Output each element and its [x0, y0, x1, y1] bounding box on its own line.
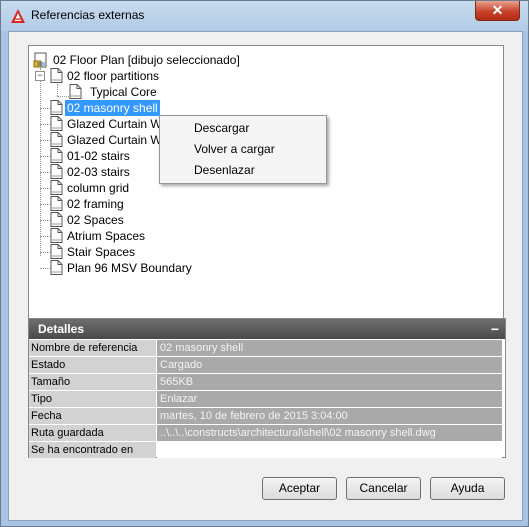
- dwg-file-icon: [50, 244, 63, 259]
- tree-connector: [40, 68, 41, 256]
- dwg-file-icon: [50, 196, 63, 211]
- detail-value: 565KB: [157, 374, 502, 390]
- detail-row: Ruta guardada ..\..\..\constructs\archit…: [29, 425, 505, 441]
- menu-item-detach[interactable]: Desenlazar: [194, 163, 255, 177]
- menu-item-reload[interactable]: Volver a cargar: [194, 142, 275, 156]
- tree-connector: [40, 252, 50, 253]
- tree-item-label: 02 framing: [67, 197, 124, 211]
- tree-item-label: 02 Spaces: [67, 213, 124, 227]
- detail-row: Nombre de referencia 02 masonry shell: [29, 340, 505, 356]
- details-panel: Detalles − Nombre de referencia 02 mason…: [28, 318, 506, 458]
- detail-value: 02 masonry shell: [157, 340, 502, 356]
- tree-connector: [40, 188, 50, 189]
- dwg-file-icon: [50, 164, 63, 179]
- detail-row: Se ha encontrado en: [29, 442, 505, 458]
- detail-row: Fecha martes, 10 de febrero de 2015 3:04…: [29, 408, 505, 424]
- detail-key: Estado: [29, 357, 156, 373]
- detail-key: Nombre de referencia: [29, 340, 156, 356]
- drawing-sheet-icon: [33, 52, 47, 68]
- tree-connector: [40, 108, 50, 109]
- context-menu: Descargar Volver a cargar Desenlazar: [159, 115, 327, 184]
- tree-item-label: Stair Spaces: [67, 245, 136, 259]
- dwg-file-icon: [69, 84, 82, 99]
- detail-value: martes, 10 de febrero de 2015 3:04:00: [157, 408, 502, 424]
- dwg-file-icon: [50, 132, 63, 147]
- detail-row: Estado Cargado: [29, 357, 505, 373]
- tree-item-label: 02-03 stairs: [67, 165, 130, 179]
- detail-row: Tipo Enlazar: [29, 391, 505, 407]
- window-title: Referencias externas: [31, 8, 145, 22]
- xref-dialog: Referencias externas ✕ 02 Floor Plan [di…: [0, 0, 529, 527]
- tree-item-label: Typical Core: [90, 85, 157, 99]
- xref-tree[interactable]: 02 Floor Plan [dibujo seleccionado] − 02: [28, 45, 504, 323]
- tree-connector: [40, 124, 50, 125]
- dwg-file-icon: [50, 68, 63, 83]
- tree-connector: [40, 220, 50, 221]
- tree-item-label: 02 floor partitions: [67, 69, 160, 83]
- help-button[interactable]: Ayuda: [430, 477, 505, 500]
- dwg-file-icon: [50, 148, 63, 163]
- tree-connector: [40, 156, 50, 157]
- tree-connector: [40, 140, 50, 141]
- close-icon: ✕: [491, 2, 504, 18]
- tree-connector: [57, 96, 69, 97]
- tree-connector: [57, 84, 58, 96]
- detail-value: Enlazar: [157, 391, 502, 407]
- tree-item-label: Glazed Curtain Wa: [67, 133, 168, 147]
- detail-value: [157, 442, 502, 458]
- dwg-file-icon: [50, 180, 63, 195]
- tree-connector: [40, 236, 50, 237]
- tree-item-label: column grid: [67, 181, 130, 195]
- detail-key: Tamaño: [29, 374, 156, 390]
- dwg-file-icon: [50, 260, 63, 275]
- detail-value: ..\..\..\constructs\architectural\shell\…: [157, 425, 502, 441]
- collapse-details-icon[interactable]: −: [491, 319, 499, 339]
- dwg-file-icon: [50, 116, 63, 131]
- detail-key: Fecha: [29, 408, 156, 424]
- menu-item-unload[interactable]: Descargar: [194, 121, 249, 135]
- details-title: Detalles: [38, 322, 85, 336]
- tree-connector: [40, 268, 50, 269]
- details-header[interactable]: Detalles −: [29, 319, 505, 339]
- accept-button[interactable]: Aceptar: [262, 477, 337, 500]
- detail-key: Ruta guardada: [29, 425, 156, 441]
- autocad-logo-icon: [11, 9, 25, 23]
- tree-item-label: Atrium Spaces: [67, 229, 146, 243]
- tree-connector: [40, 172, 50, 173]
- dwg-file-icon: [50, 212, 63, 227]
- tree-item-label: 02 masonry shell: [65, 100, 160, 116]
- cancel-button[interactable]: Cancelar: [346, 477, 421, 500]
- detail-key: Se ha encontrado en: [29, 442, 156, 458]
- tree-item-label: Plan 96 MSV Boundary: [67, 261, 192, 275]
- close-button[interactable]: ✕: [475, 1, 520, 21]
- dwg-file-icon: [50, 100, 63, 115]
- dialog-body: 02 Floor Plan [dibujo seleccionado] − 02: [8, 31, 523, 521]
- title-bar[interactable]: Referencias externas ✕: [1, 1, 528, 31]
- tree-item-label: 01-02 stairs: [67, 149, 130, 163]
- tree-connector: [40, 204, 50, 205]
- tree-item-label: Glazed Curtain Wa: [67, 117, 168, 131]
- detail-row: Tamaño 565KB: [29, 374, 505, 390]
- tree-root-label: 02 Floor Plan [dibujo seleccionado]: [53, 53, 240, 67]
- detail-value: Cargado: [157, 357, 502, 373]
- detail-key: Tipo: [29, 391, 156, 407]
- dwg-file-icon: [50, 228, 63, 243]
- collapse-toggle-icon[interactable]: −: [35, 71, 45, 81]
